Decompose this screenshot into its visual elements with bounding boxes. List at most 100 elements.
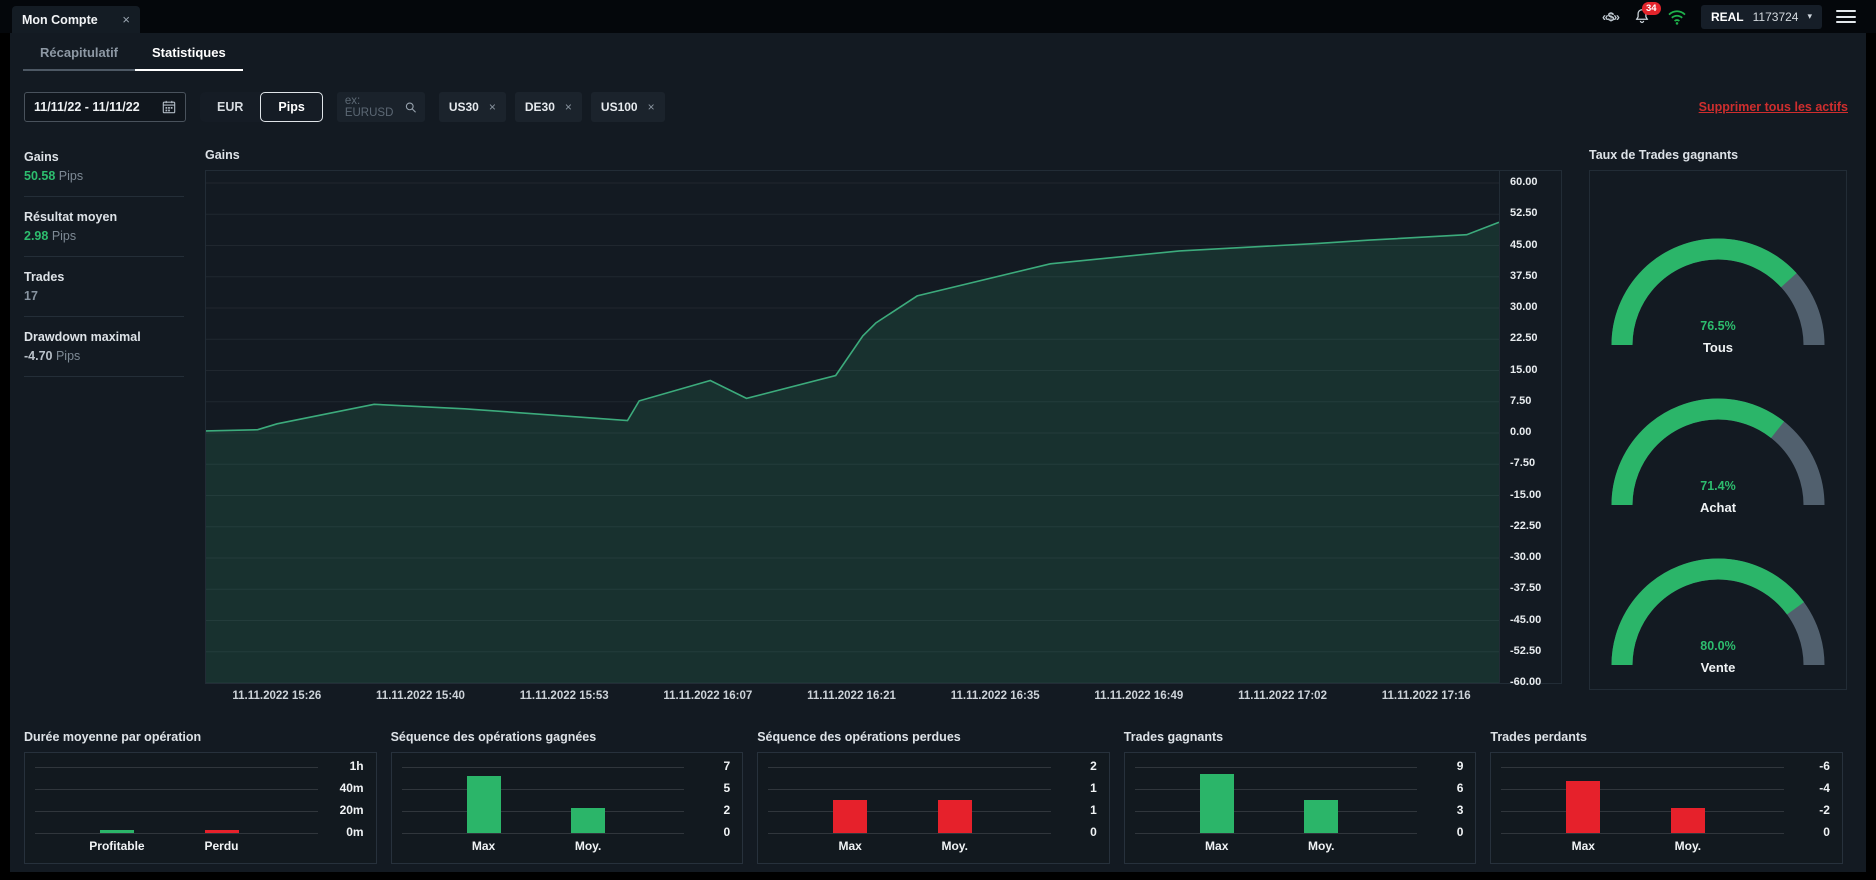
y-axis-label: 0.00 [1510, 426, 1532, 438]
x-axis-label: 11.11.2022 16:49 [1094, 690, 1184, 702]
gains-chart-x-axis: 11.11.2022 15:26 11.11.2022 15:40 11.11.20… [205, 690, 1498, 702]
x-axis-label: 11.11.2022 16:21 [807, 690, 896, 702]
mini-gridline [1501, 811, 1784, 812]
mini-gridline [1501, 789, 1784, 790]
mini-gridline [1501, 767, 1784, 768]
y-axis-label: -7.50 [1510, 457, 1536, 470]
x-axis-label: 11.11.2022 15:26 [232, 690, 322, 702]
x-axis-label: 11.11.2022 17:16 [1381, 690, 1471, 702]
x-axis-label: 11.11.2022 16:07 [663, 690, 753, 702]
account-selector[interactable]: REAL 1173724 ▾ [1700, 4, 1822, 29]
app-window: Mon Compte × «$» 34 REAL 1173724 ▾ Récap… [0, 0, 1876, 880]
stat-label: Résultat moyen [24, 210, 118, 224]
mini-gridline [768, 811, 1051, 812]
wifi-icon[interactable] [1667, 9, 1687, 25]
y-axis-label: -30.00 [1510, 551, 1542, 563]
remove-tag-icon[interactable]: × [565, 100, 572, 114]
mini-charts-row: Durée moyenne par opération 1h 40m 20m 0m Pro… [24, 730, 1843, 864]
mini-chart: Séquence des opérations perdues 2 1 1 0 Max Mo… [757, 730, 1110, 864]
tab-recapitulatif[interactable]: Récapitulatif [23, 45, 136, 71]
unit-option-eur[interactable]: EUR [200, 92, 260, 122]
mini-gridline [1501, 833, 1784, 834]
account-number: 1173724 [1752, 9, 1799, 24]
asset-tag[interactable]: US30 × [438, 92, 506, 122]
gauge-tous: 76.5% Tous [1598, 217, 1838, 367]
mini-chart-panel[interactable]: 7 5 2 0 Max Moy. [390, 752, 744, 864]
account-tab[interactable]: Mon Compte × [12, 6, 140, 33]
close-icon[interactable]: × [122, 12, 130, 27]
mini-tick-label: 0 [1090, 825, 1097, 839]
unit-option-pips[interactable]: Pips [260, 92, 323, 122]
gauge-value: 71.4% [1700, 479, 1736, 493]
stat-label: Drawdown maximal [24, 330, 141, 344]
top-bar: Mon Compte × «$» 34 REAL 1173724 ▾ [0, 0, 1876, 33]
gains-chart[interactable]: 60.00 52.50 45.00 37.50 30.00 22.50 15.00 7.50 0… [205, 170, 1562, 688]
y-axis-label: 52.50 [1510, 207, 1538, 220]
divider [24, 256, 184, 257]
gauge-label: Achat [1699, 500, 1737, 515]
mini-category-label: Perdu [204, 839, 239, 853]
symbol-search[interactable]: ex: EURUSD [336, 92, 425, 122]
gauge-label: Vente [1700, 660, 1736, 675]
mini-chart-panel[interactable]: 9 6 3 0 Max Moy. [1123, 752, 1477, 864]
mini-tick-label: 6 [1456, 781, 1464, 795]
remove-tag-icon[interactable]: × [489, 100, 496, 114]
mini-bar [1566, 781, 1601, 833]
y-axis-label: 45.00 [1510, 238, 1538, 251]
date-range-picker[interactable]: 11/11/22 - 11/11/22 [24, 92, 186, 122]
mini-chart-panel[interactable]: -6 -4 -2 0 Max Moy. [1490, 752, 1843, 864]
mini-chart-panel[interactable]: 1h 40m 20m 0m Profitable Perdu [24, 752, 377, 864]
mini-chart-title: Trades gagnants [1123, 730, 1224, 744]
gauge-label: Tous [1702, 340, 1734, 355]
y-axis-label: -60.00 [1510, 676, 1542, 688]
mini-tick-label: 0 [1823, 825, 1830, 839]
mini-gridline [1134, 767, 1418, 768]
mini-bar [99, 829, 134, 833]
unit-toggle: EUR Pips [200, 92, 323, 122]
chevron-down-icon: ▾ [1807, 11, 1812, 21]
asset-tag[interactable]: DE30 × [514, 92, 582, 122]
summary-stats: Gains 50.58 Pips Résultat moyen 2.98 Pips Tr… [24, 150, 184, 390]
mini-tick-label: 1 [1090, 803, 1097, 817]
mini-category-label: Moy. [574, 839, 602, 853]
x-axis-label: 11.11.2022 15:40 [376, 690, 465, 702]
mini-category-label: Moy. [1308, 839, 1335, 853]
mini-gridline [35, 789, 318, 790]
mini-tick-label: 5 [723, 781, 731, 795]
stat-value: -4.70 Pips [24, 349, 81, 363]
x-axis-label: 11.11.2022 16:35 [950, 690, 1040, 702]
mini-tick-label: -6 [1819, 759, 1830, 773]
mini-tick-label: 9 [1456, 759, 1464, 773]
mini-category-label: Max [838, 839, 862, 853]
section-tabs: Récapitulatif Statistiques [23, 45, 243, 71]
menu-icon[interactable] [1836, 10, 1856, 23]
divider [24, 196, 184, 197]
gauge-value: 80.0% [1700, 639, 1736, 653]
remove-tag-icon[interactable]: × [648, 100, 655, 114]
date-range-value: 11/11/22 - 11/11/22 [34, 100, 140, 114]
divider [24, 316, 184, 317]
mini-bar [833, 800, 868, 833]
mini-gridline [401, 789, 685, 790]
asset-tag[interactable]: US100 × [590, 92, 665, 122]
stat-value: 50.58 Pips [24, 169, 84, 183]
mini-tick-label: 0m [346, 825, 364, 839]
clear-all-assets-link[interactable]: Supprimer tous les actifs [1699, 100, 1848, 114]
tab-statistiques[interactable]: Statistiques [135, 45, 243, 71]
deposit-icon[interactable]: «$» [1602, 10, 1620, 24]
mini-chart-title: Séquence des opérations gagnées [390, 730, 597, 744]
asset-tags: US30 × DE30 × US100 × [438, 92, 665, 122]
mini-tick-label: -2 [1819, 803, 1830, 817]
mini-tick-label: 20m [339, 803, 364, 817]
mini-gridline [768, 767, 1051, 768]
notifications-bell[interactable]: 34 [1633, 1, 1661, 27]
gains-chart-plot [206, 182, 1499, 683]
gauge-achat: 71.4% Achat [1598, 377, 1838, 527]
mini-tick-label: 7 [723, 759, 731, 773]
y-axis-label: 7.50 [1510, 394, 1532, 407]
mini-chart-panel[interactable]: 2 1 1 0 Max Moy. [757, 752, 1110, 864]
gains-chart-y-axis: 60.00 52.50 45.00 37.50 30.00 22.50 15.00 7.50 0… [1499, 171, 1561, 688]
mini-gridline [1134, 811, 1418, 812]
mini-tick-label: 2 [1090, 759, 1097, 773]
main-chart-title: Gains [205, 148, 240, 162]
